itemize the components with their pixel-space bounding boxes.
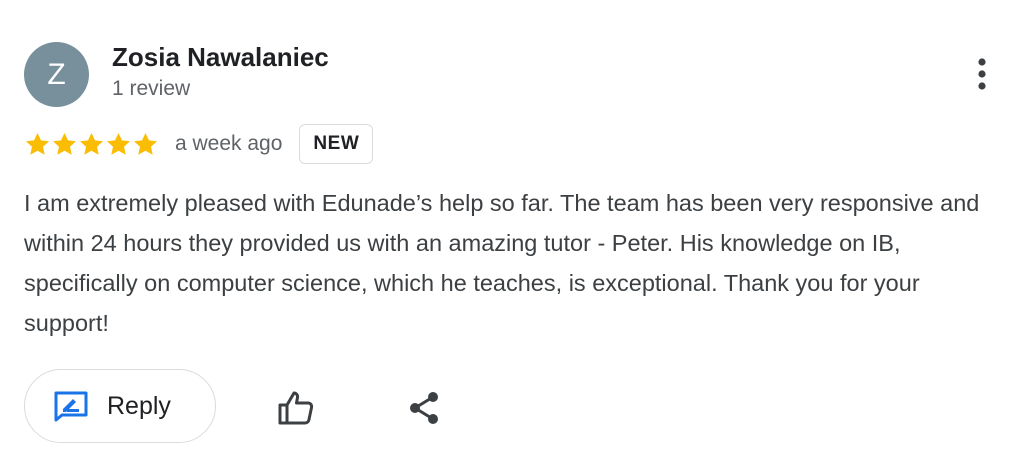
star-icon <box>80 132 103 155</box>
new-badge: NEW <box>299 124 374 164</box>
review-count: 1 review <box>112 77 191 100</box>
review-date: a week ago <box>175 132 283 155</box>
rating-row: a week ago NEW <box>24 122 374 166</box>
share-button[interactable] <box>402 386 446 430</box>
star-icon <box>53 132 76 155</box>
avatar-letter: Z <box>47 57 66 91</box>
like-button[interactable] <box>274 386 318 430</box>
star-icon <box>134 132 157 155</box>
star-icon <box>26 132 49 155</box>
review-actions: Reply <box>24 368 438 444</box>
reply-label: Reply <box>107 391 171 420</box>
more-options-button[interactable] <box>964 52 1000 96</box>
thumb-up-icon <box>278 391 314 425</box>
author-name[interactable]: Zosia Nawalaniec <box>112 42 329 73</box>
more-vert-icon <box>978 58 986 90</box>
review-text: I am extremely pleased with Edunade’s he… <box>24 190 980 336</box>
reply-edit-icon <box>54 391 88 422</box>
reply-button[interactable]: Reply <box>24 369 216 443</box>
star-rating <box>24 131 159 158</box>
avatar[interactable]: Z <box>24 42 89 107</box>
star-icon <box>107 132 130 155</box>
share-icon <box>410 392 438 424</box>
review-card: Z Zosia Nawalaniec 1 review a week ago N… <box>0 0 1028 458</box>
